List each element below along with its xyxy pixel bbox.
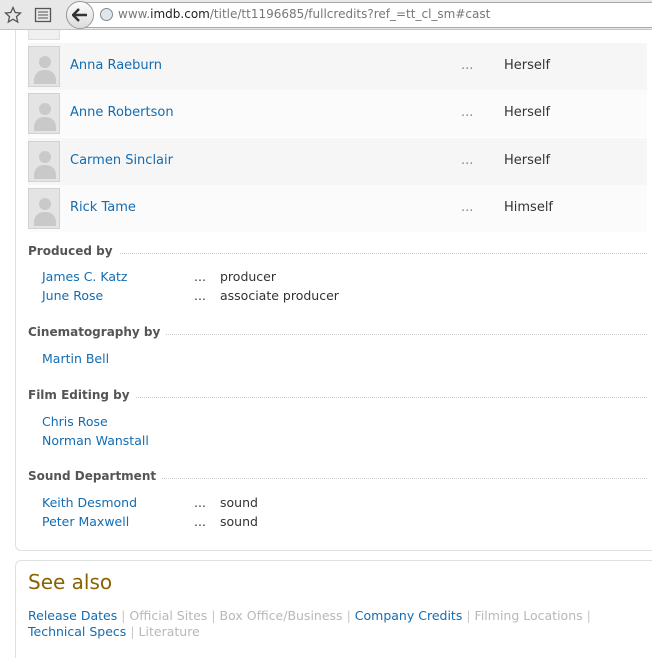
actor-name-link[interactable]: Anne Robertson xyxy=(70,105,174,120)
cast-photo-fragment xyxy=(28,30,60,40)
section-heading-produced: Produced by xyxy=(28,244,647,260)
link-separator: | xyxy=(130,624,135,639)
cast-row: Anna Raeburn ... Herself xyxy=(28,43,647,90)
crew-name-link[interactable]: Peter Maxwell xyxy=(42,514,129,529)
back-button[interactable] xyxy=(66,1,94,29)
cast-ellipsis: ... xyxy=(461,153,474,168)
character-name: Herself xyxy=(504,105,551,120)
link-box-office: Box Office/Business xyxy=(219,608,343,623)
crew-name-link[interactable]: Norman Wanstall xyxy=(42,433,149,448)
section-heading-sound: Sound Department xyxy=(28,469,647,485)
actor-name-link[interactable]: Carmen Sinclair xyxy=(70,153,173,168)
crew-credit: associate producer xyxy=(220,288,339,303)
crew-name-link[interactable]: Martin Bell xyxy=(42,351,109,366)
crew-credit: producer xyxy=(220,269,277,284)
link-separator: | xyxy=(346,608,351,623)
character-name: Herself xyxy=(504,58,551,73)
cast-ellipsis: ... xyxy=(461,105,474,120)
character-name: Himself xyxy=(504,200,554,215)
crew-ellipsis: ... xyxy=(194,269,206,284)
link-official-sites: Official Sites xyxy=(129,608,208,623)
crew-name-link[interactable]: June Rose xyxy=(42,288,103,303)
link-filming-locations: Filming Locations xyxy=(474,608,583,623)
link-literature: Literature xyxy=(138,624,200,639)
browser-toolbar: www.imdb.com/title/tt1196685/fullcredits… xyxy=(0,0,652,30)
cast-row: Anne Robertson ... Herself xyxy=(28,90,647,137)
no-photo-avatar-icon[interactable] xyxy=(28,141,60,182)
address-url[interactable]: www.imdb.com/title/tt1196685/fullcredits… xyxy=(118,7,490,21)
site-identity-icon[interactable] xyxy=(100,8,113,21)
crew-ellipsis: ... xyxy=(194,495,206,510)
link-separator: | xyxy=(586,608,591,623)
see-also-title: See also xyxy=(28,570,113,594)
no-photo-avatar-icon[interactable] xyxy=(28,46,60,87)
reading-list-icon[interactable] xyxy=(32,4,54,26)
crew-credit: sound xyxy=(220,514,258,529)
cast-row: Rick Tame ... Himself xyxy=(28,185,647,232)
character-name: Herself xyxy=(504,153,551,168)
link-separator: | xyxy=(211,608,216,623)
bookmark-star-icon[interactable] xyxy=(2,4,24,26)
crew-ellipsis: ... xyxy=(194,514,206,529)
link-company-credits[interactable]: Company Credits xyxy=(355,608,463,623)
link-technical-specs[interactable]: Technical Specs xyxy=(28,624,126,639)
back-arrow-icon xyxy=(72,8,87,22)
crew-credit: sound xyxy=(220,495,258,510)
crew-name-link[interactable]: Chris Rose xyxy=(42,414,108,429)
see-also-links-row-1: Release Dates | Official Sites | Box Office/… xyxy=(28,608,595,623)
cast-row: Carmen Sinclair ... Herself xyxy=(28,138,647,185)
link-separator: | xyxy=(466,608,471,623)
no-photo-avatar-icon[interactable] xyxy=(28,188,60,229)
no-photo-avatar-icon[interactable] xyxy=(28,93,60,134)
crew-name-link[interactable]: Keith Desmond xyxy=(42,495,137,510)
cast-ellipsis: ... xyxy=(461,200,474,215)
actor-name-link[interactable]: Anna Raeburn xyxy=(70,58,162,73)
link-separator: | xyxy=(121,608,126,623)
section-heading-cinematography: Cinematography by xyxy=(28,325,647,341)
actor-name-link[interactable]: Rick Tame xyxy=(70,200,136,215)
crew-ellipsis: ... xyxy=(194,288,206,303)
link-release-dates[interactable]: Release Dates xyxy=(28,608,117,623)
cast-ellipsis: ... xyxy=(461,58,474,73)
see-also-links-row-2: Technical Specs | Literature xyxy=(28,624,200,639)
crew-name-link[interactable]: James C. Katz xyxy=(42,269,127,284)
section-heading-film-editing: Film Editing by xyxy=(28,388,647,404)
